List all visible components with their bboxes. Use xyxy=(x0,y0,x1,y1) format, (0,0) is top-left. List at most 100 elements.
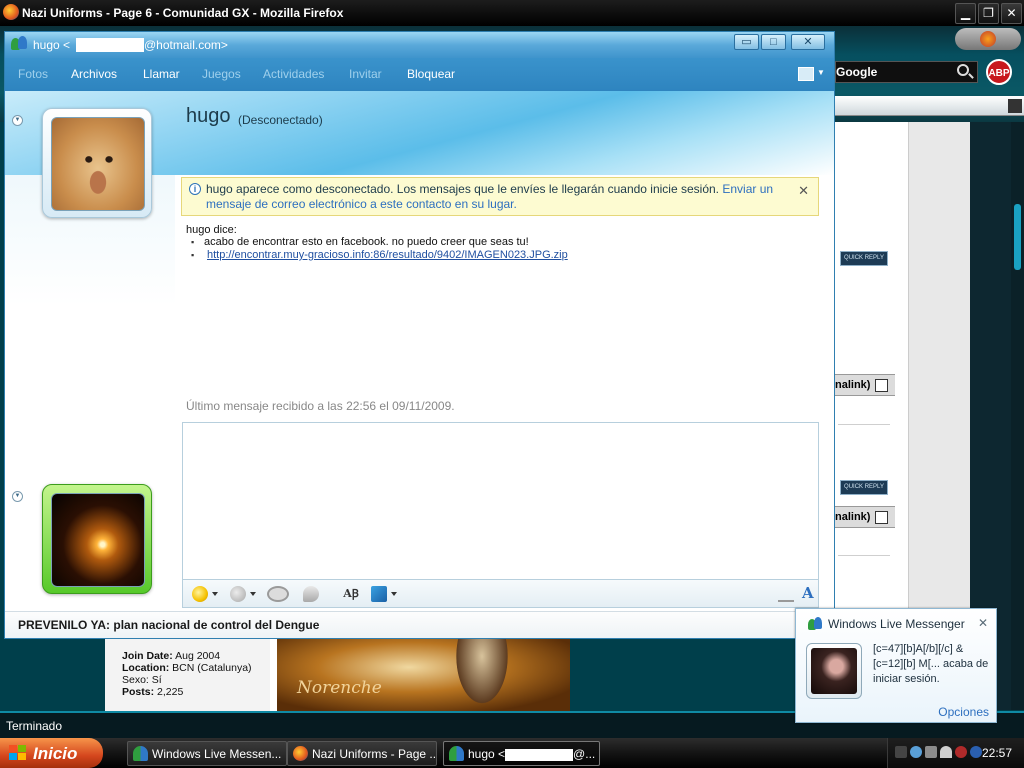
quick-reply-button[interactable]: QUICK REPLY xyxy=(840,251,888,266)
options-link[interactable]: Opciones xyxy=(938,705,989,719)
post-select-checkbox[interactable] xyxy=(875,379,888,392)
volume-icon[interactable] xyxy=(940,746,952,758)
background-icon[interactable] xyxy=(371,586,387,602)
location-label: Location: xyxy=(122,662,170,674)
window-title-email: @hotmail.com> xyxy=(144,38,228,52)
start-button[interactable]: Inicio xyxy=(0,738,103,768)
firefox-close-button[interactable]: ✕ xyxy=(1001,3,1022,24)
windows-logo-icon xyxy=(9,745,27,761)
notice-text: hugo aparece como desconectado. Los mens… xyxy=(206,182,723,196)
firefox-window-title: Nazi Uniforms - Page 6 - Comunidad GX - … xyxy=(22,6,344,20)
messenger-tray-icon[interactable] xyxy=(910,746,922,758)
chevron-down-icon[interactable]: ▼ xyxy=(817,68,825,77)
messenger-icon xyxy=(133,746,148,761)
task-label: Nazi Uniforms - Page ... xyxy=(312,747,437,761)
posts-label: Posts: xyxy=(122,686,155,698)
taskbar: Inicio Windows Live Messen... Nazi Unifo… xyxy=(0,738,1024,768)
info-icon: i xyxy=(189,183,201,195)
close-icon[interactable]: ✕ xyxy=(978,616,988,630)
menu-archivos[interactable]: Archivos xyxy=(71,67,117,81)
sexo: Sexo: Sí xyxy=(122,674,162,686)
emoticon-icon[interactable] xyxy=(192,586,208,602)
wink-icon[interactable] xyxy=(230,586,246,602)
messenger-title-bar: hugo < @hotmail.com> ▭ □ ✕ xyxy=(5,32,834,58)
contact-avatar xyxy=(806,643,862,699)
tab-list-dropdown-icon[interactable] xyxy=(1008,99,1022,113)
close-button[interactable]: ✕ xyxy=(791,34,825,50)
redacted-email xyxy=(76,38,144,52)
posts-count: 2,225 xyxy=(157,686,184,698)
quick-reply-button[interactable]: QUICK REPLY xyxy=(840,480,888,495)
taskbar-item-conversation[interactable]: hugo < @... xyxy=(443,741,600,766)
sparkles-picture xyxy=(51,493,145,587)
taskbar-item-firefox[interactable]: Nazi Uniforms - Page ... xyxy=(287,741,437,766)
security-icon[interactable] xyxy=(955,746,967,758)
clock: 22:57 xyxy=(981,746,1012,760)
minimize-button[interactable]: ▭ xyxy=(734,34,759,50)
menu-fotos[interactable]: Fotos xyxy=(18,67,48,81)
chevron-down-icon[interactable] xyxy=(250,592,256,596)
menu-actividades[interactable]: Actividades xyxy=(263,67,324,81)
signature-banner: Norenche xyxy=(277,638,570,711)
search-box[interactable]: Google xyxy=(835,61,978,83)
redacted-email xyxy=(505,748,574,761)
tray-arrow-icon[interactable] xyxy=(895,746,907,758)
dog-picture xyxy=(51,117,145,211)
nudge-icon[interactable] xyxy=(267,586,289,602)
menu-llamar[interactable]: Llamar xyxy=(143,67,180,81)
join-date: Aug 2004 xyxy=(175,650,221,662)
sender-line: hugo dice: xyxy=(186,224,237,236)
system-tray: 22:57 xyxy=(887,738,1024,768)
collapse-contact-icon[interactable]: ▼ xyxy=(12,115,23,126)
banner-name: Norenche xyxy=(297,678,382,698)
contact-avatar[interactable] xyxy=(42,108,152,218)
advertisement-footer[interactable]: PREVENILO YA: plan nacional de control d… xyxy=(5,611,834,638)
offline-notice: i hugo aparece como desconectado. Los me… xyxy=(181,177,819,216)
maximize-button[interactable]: □ xyxy=(761,34,786,50)
notification-message[interactable]: [c=47][b]A[/b][/c] &[c=12][b] M[... acab… xyxy=(873,642,991,687)
own-avatar[interactable] xyxy=(42,484,152,594)
network-icon[interactable] xyxy=(925,746,937,758)
chevron-down-icon[interactable] xyxy=(212,592,218,596)
messenger-menu-bar: Fotos Archivos Llamar Juegos Actividades… xyxy=(5,58,834,91)
update-icon[interactable] xyxy=(970,746,982,758)
status-text: Terminado xyxy=(6,719,63,733)
message-line: acabo de encontrar esto en facebook. no … xyxy=(186,236,568,249)
close-icon[interactable]: ✕ xyxy=(798,183,809,198)
search-engine-label: Google xyxy=(836,65,878,79)
window-title-name: hugo < xyxy=(33,38,71,52)
taskbar-item-messenger-list[interactable]: Windows Live Messen... xyxy=(127,741,287,766)
post-divider xyxy=(838,555,890,556)
message-input[interactable] xyxy=(182,422,819,580)
collapse-self-icon[interactable]: ▼ xyxy=(12,491,23,502)
chevron-down-icon[interactable] xyxy=(391,592,397,596)
voice-clip-icon[interactable] xyxy=(303,586,319,602)
messenger-window: hugo < @hotmail.com> ▭ □ ✕ Fotos Archivo… xyxy=(4,31,835,639)
messenger-icon xyxy=(808,617,824,631)
show-menu-icon[interactable] xyxy=(798,67,814,81)
menu-juegos[interactable]: Juegos xyxy=(202,67,241,81)
footer-text[interactable]: PREVENILO YA: plan nacional de control d… xyxy=(18,618,319,632)
adblock-plus-icon[interactable]: ABP xyxy=(986,59,1012,85)
firefox-icon xyxy=(3,4,19,20)
firefox-home-button[interactable] xyxy=(955,28,1021,50)
search-icon[interactable] xyxy=(957,64,969,76)
banner-figure xyxy=(452,638,512,711)
text-mode-icon[interactable]: A xyxy=(802,584,818,602)
task-label-suffix: @... xyxy=(573,747,596,761)
font-icon[interactable]: AꞴ xyxy=(343,586,359,602)
menu-bloquear[interactable]: Bloquear xyxy=(407,67,455,81)
menu-invitar[interactable]: Invitar xyxy=(349,67,382,81)
firefox-minimize-button[interactable]: ▁ xyxy=(955,3,976,24)
firefox-maximize-button[interactable]: ❐ xyxy=(978,3,999,24)
page-scrollbar-thumb[interactable] xyxy=(1014,204,1021,270)
location: BCN (Catalunya) xyxy=(172,662,252,674)
post-select-checkbox[interactable] xyxy=(875,511,888,524)
firefox-title-bar: Nazi Uniforms - Page 6 - Comunidad GX - … xyxy=(0,0,1024,26)
firefox-logo-icon xyxy=(980,31,996,47)
firefox-icon xyxy=(293,746,308,761)
forum-post: Join Date: Aug 2004 Location: BCN (Catal… xyxy=(105,638,570,711)
suspicious-link[interactable]: http://encontrar.muy-gracioso.info:86/re… xyxy=(204,249,568,261)
handwriting-icon[interactable] xyxy=(778,586,794,602)
messenger-notification[interactable]: Windows Live Messenger ✕ [c=47][b]A[/b][… xyxy=(795,608,997,723)
